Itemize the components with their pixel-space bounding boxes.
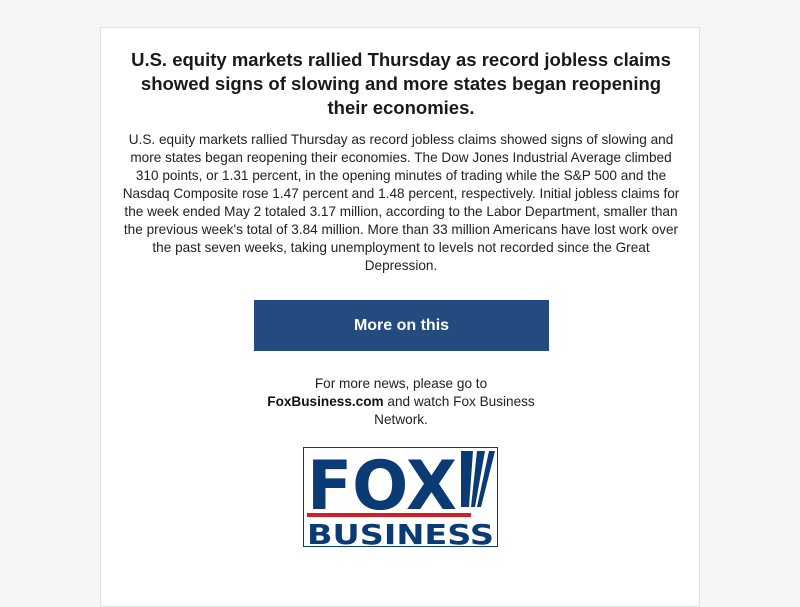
article-headline: U.S. equity markets rallied Thursday as …	[131, 49, 671, 118]
fox-business-logo-graphic: FOX BUSINESS	[303, 447, 498, 551]
email-card: U.S. equity markets rallied Thursday as …	[100, 27, 700, 607]
more-news-suffix: and watch Fox Business Network.	[374, 394, 535, 427]
fox-business-logo[interactable]: FOX BUSINESS	[303, 447, 498, 551]
more-news-text: For more news, please go to FoxBusiness.…	[251, 375, 551, 429]
article-body: U.S. equity markets rallied Thursday as …	[122, 132, 680, 273]
logo-business-text: BUSINESS	[307, 518, 494, 547]
more-news-prefix: For more news, please go to	[314, 376, 488, 391]
foxbusiness-link[interactable]: FoxBusiness.com	[267, 394, 383, 409]
more-on-this-button[interactable]: More on this	[254, 300, 549, 351]
